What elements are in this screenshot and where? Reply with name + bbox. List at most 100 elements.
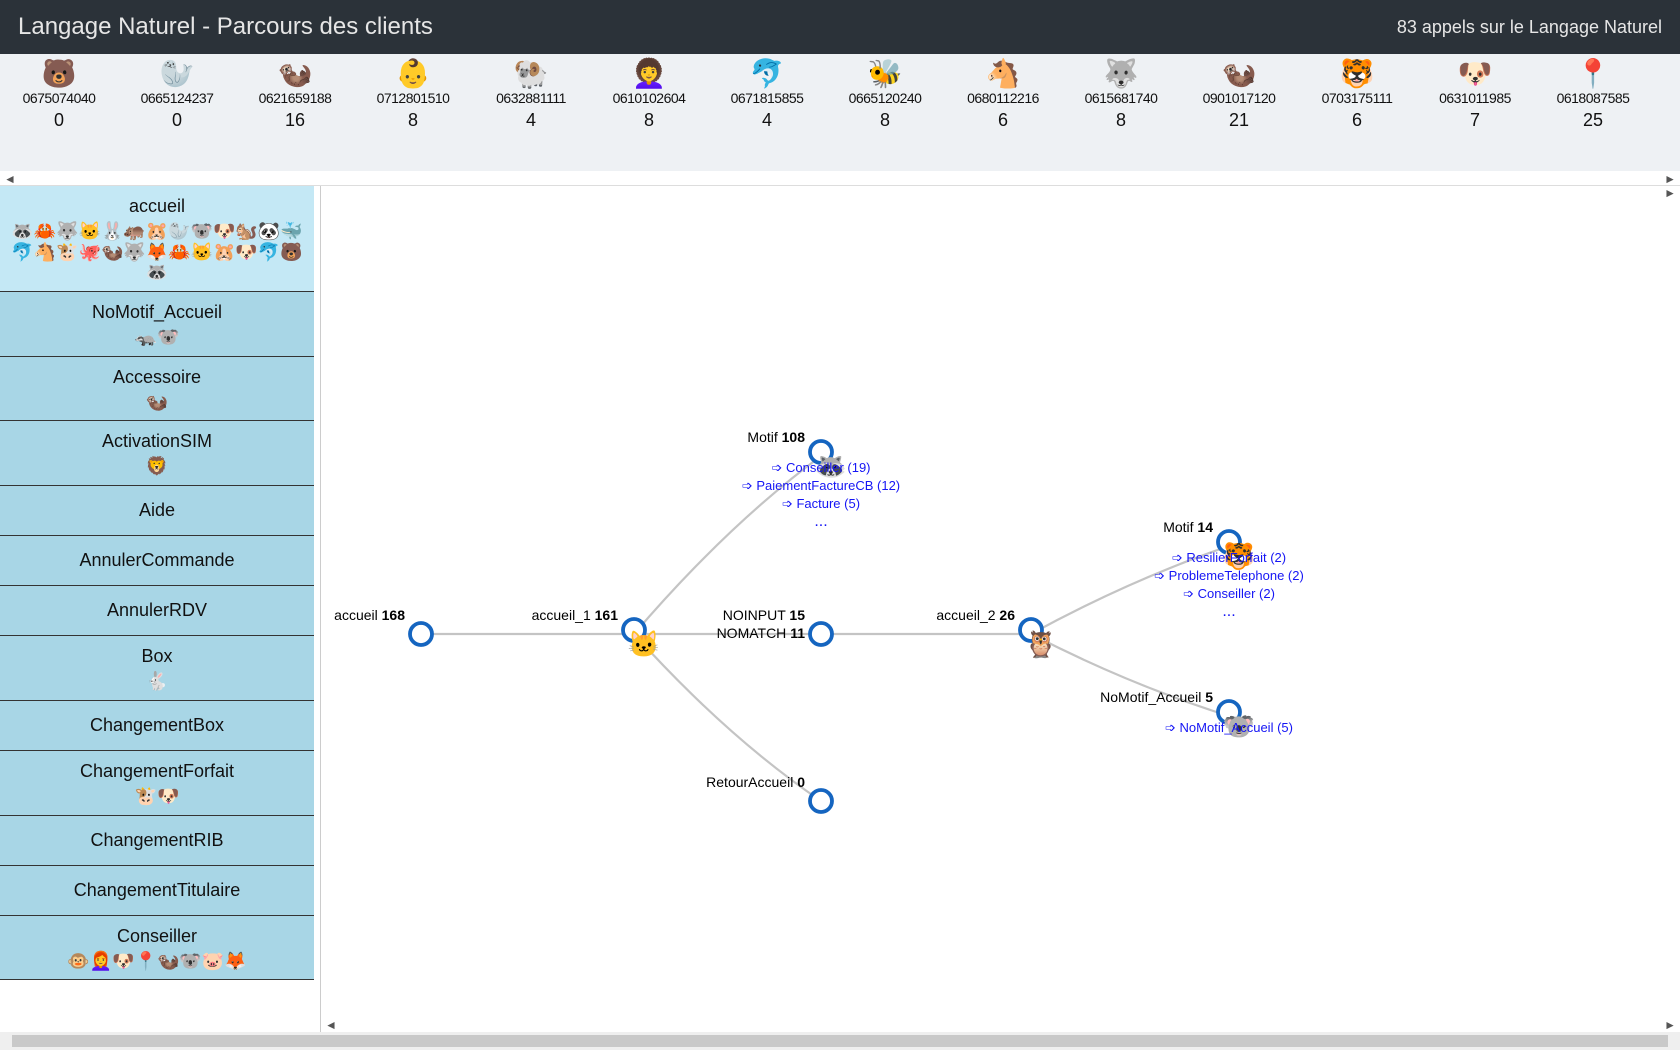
sidebar-item[interactable]: Aide: [0, 486, 314, 536]
caller-item[interactable]: 🦦090101712021: [1180, 54, 1298, 171]
sidebar-item[interactable]: Box🐇: [0, 636, 314, 701]
caller-icon: 🐺: [1066, 60, 1176, 88]
caller-item[interactable]: 👶07128015108: [354, 54, 472, 171]
sidebar-item-label: AnnulerCommande: [6, 550, 308, 571]
caller-count: 25: [1538, 106, 1648, 131]
callers-paddles: ◄ ►: [0, 172, 1680, 186]
sidebar-item[interactable]: Accessoire🦦: [0, 357, 314, 422]
caller-count: 8: [830, 106, 940, 131]
sidebar-item-label: ActivationSIM: [6, 431, 308, 452]
caller-number: 0675074040: [4, 88, 114, 106]
sidebar-item[interactable]: AnnulerCommande: [0, 536, 314, 586]
caller-number: 0671815855: [712, 88, 822, 106]
sidebar-item-icons: 🦝🦀🐺🐱🐰🦛🐹🦭🐨🐶🐿️🐼🐳🐬🐴🐮🐙🦦🐺🦊🦀🐱🐹🐶🐬🐻🦝: [6, 217, 308, 283]
bottom-scrollbar-thumb[interactable]: [12, 1035, 1668, 1047]
app-title: Langage Naturel - Parcours des clients: [18, 13, 1397, 41]
caller-item[interactable]: 🐝06651202408: [826, 54, 944, 171]
caller-item[interactable]: 🐺06156817408: [1062, 54, 1180, 171]
caller-item[interactable]: 🐻06750740400: [0, 54, 118, 171]
graph-node-label: NoMotif_Accueil 5: [1100, 689, 1213, 705]
caller-number: 0665120240: [830, 88, 940, 106]
caller-icon: 🐏: [476, 60, 586, 88]
caller-count: 16: [240, 106, 350, 131]
callers-scroll-left[interactable]: ◄: [4, 172, 16, 185]
graph-node[interactable]: [410, 623, 432, 645]
sidebar-item-label: NoMotif_Accueil: [6, 302, 308, 323]
sidebar-item-icons: 🐇: [6, 667, 308, 692]
graph-node[interactable]: [810, 790, 832, 812]
sidebar-item-label: AnnulerRDV: [6, 600, 308, 621]
sidebar-item-label: ChangementForfait: [6, 761, 308, 782]
caller-icon: 🐬: [712, 60, 822, 88]
caller-number: 0615681740: [1066, 88, 1176, 106]
canvas-scroll-right-top[interactable]: ►: [1664, 186, 1676, 200]
caller-number: 06: [1656, 60, 1680, 78]
graph-node[interactable]: [810, 623, 832, 645]
graph-link[interactable]: ➩ Facture (5): [782, 496, 860, 511]
graph-node-label: accueil_1 161: [532, 607, 619, 623]
graph-canvas-scroll[interactable]: ► accueil 168🐱accueil_1 161🦝Motif 108➩ C…: [321, 186, 1680, 1032]
bottom-scrollbar[interactable]: [0, 1032, 1680, 1050]
graph-node-label: Motif 108: [747, 429, 805, 445]
graph-node-label: NOMATCH 11: [717, 625, 806, 641]
sidebar-item-label: Accessoire: [6, 367, 308, 388]
sidebar-item[interactable]: accueil🦝🦀🐺🐱🐰🦛🐹🦭🐨🐶🐿️🐼🐳🐬🐴🐮🐙🦦🐺🦊🦀🐱🐹🐶🐬🐻🦝: [0, 186, 314, 292]
graph-node-label: NOINPUT 15: [723, 607, 805, 623]
sidebar-item[interactable]: NoMotif_Accueil🦡🐨: [0, 292, 314, 357]
caller-number: 0632881111: [476, 88, 586, 106]
caller-count: 8: [594, 106, 704, 131]
canvas-scroll-left-bottom[interactable]: ◄: [325, 1018, 337, 1032]
caller-count: 8: [1066, 106, 1176, 131]
caller-icon: 🦦: [240, 60, 350, 88]
call-count-label: 83 appels sur le Langage Naturel: [1397, 17, 1662, 38]
caller-icon: 📍: [1538, 60, 1648, 88]
caller-item[interactable]: 🐏06328811114: [472, 54, 590, 171]
callers-scroll-right[interactable]: ►: [1664, 172, 1676, 185]
caller-number: 0618087585: [1538, 88, 1648, 106]
graph-link[interactable]: ➩ PaiementFactureCB (12): [742, 478, 900, 493]
caller-number: 0901017120: [1184, 88, 1294, 106]
caller-item[interactable]: 👩‍🦱06101026048: [590, 54, 708, 171]
sidebar-item[interactable]: Conseiller🐵👩‍🦰🐶📍🦦🐨🐷🦊: [0, 916, 314, 981]
graph-link[interactable]: ...: [814, 513, 827, 530]
caller-count: 6: [1302, 106, 1412, 131]
graph-link[interactable]: ➩ Conseiller (2): [1183, 586, 1275, 601]
graph-link[interactable]: ➩ ProblemeTelephone (2): [1154, 568, 1304, 583]
caller-item[interactable]: 🦭06651242370: [118, 54, 236, 171]
sidebar-item[interactable]: ChangementForfait🐮🐶: [0, 751, 314, 816]
caller-icon: 🦦: [1184, 60, 1294, 88]
caller-icon: 🐝: [830, 60, 940, 88]
caller-item[interactable]: 📍061808758525: [1534, 54, 1652, 171]
sidebar-scroll[interactable]: accueil🦝🦀🐺🐱🐰🦛🐹🦭🐨🐶🐿️🐼🐳🐬🐴🐮🐙🦦🐺🦊🦀🐱🐹🐶🐬🐻🦝NoMot…: [0, 186, 321, 1032]
sidebar-item[interactable]: ChangementBox: [0, 701, 314, 751]
graph-link[interactable]: ...: [1222, 603, 1235, 620]
caller-item[interactable]: 🐴06801122166: [944, 54, 1062, 171]
graph-canvas[interactable]: accueil 168🐱accueil_1 161🦝Motif 108➩ Con…: [321, 186, 1680, 1032]
callers-strip[interactable]: 🐻06750740400🦭06651242370🦦062165918816👶07…: [0, 54, 1680, 172]
sidebar-item[interactable]: ActivationSIM🦁: [0, 421, 314, 486]
graph-node-label: accueil 168: [334, 607, 405, 623]
canvas-scroll-right-bottom[interactable]: ►: [1664, 1018, 1676, 1032]
graph-link[interactable]: ➩ Conseiller (19): [771, 460, 870, 475]
sidebar-item-label: Conseiller: [6, 926, 308, 947]
caller-count: 4: [476, 106, 586, 131]
caller-item[interactable]: 🐬06718158554: [708, 54, 826, 171]
sidebar-item[interactable]: AnnulerRDV: [0, 586, 314, 636]
sidebar-item-label: ChangementTitulaire: [6, 880, 308, 901]
sidebar-item[interactable]: ChangementRIB: [0, 816, 314, 866]
caller-number: 0712801510: [358, 88, 468, 106]
caller-item[interactable]: 06: [1652, 54, 1680, 171]
caller-count: 0: [4, 106, 114, 131]
graph-link[interactable]: ➩ NoMotif_Accueil (5): [1165, 720, 1293, 735]
graph-link[interactable]: ➩ ResilierForfait (2): [1172, 550, 1286, 565]
caller-icon: 🐯: [1302, 60, 1412, 88]
caller-item[interactable]: 🦦062165918816: [236, 54, 354, 171]
sidebar-item[interactable]: ChangementTitulaire: [0, 866, 314, 916]
sidebar-item-icons: 🐵👩‍🦰🐶📍🦦🐨🐷🦊: [6, 947, 308, 972]
caller-item[interactable]: 🐶06310119857: [1416, 54, 1534, 171]
sidebar-item-icons: 🐮🐶: [6, 782, 308, 807]
caller-item[interactable]: 🐯07031751116: [1298, 54, 1416, 171]
canvas-arrows-bottom: ◄ ►: [321, 1018, 1680, 1032]
caller-icon: 🐴: [948, 60, 1058, 88]
graph-node-label: RetourAccueil 0: [706, 774, 805, 790]
